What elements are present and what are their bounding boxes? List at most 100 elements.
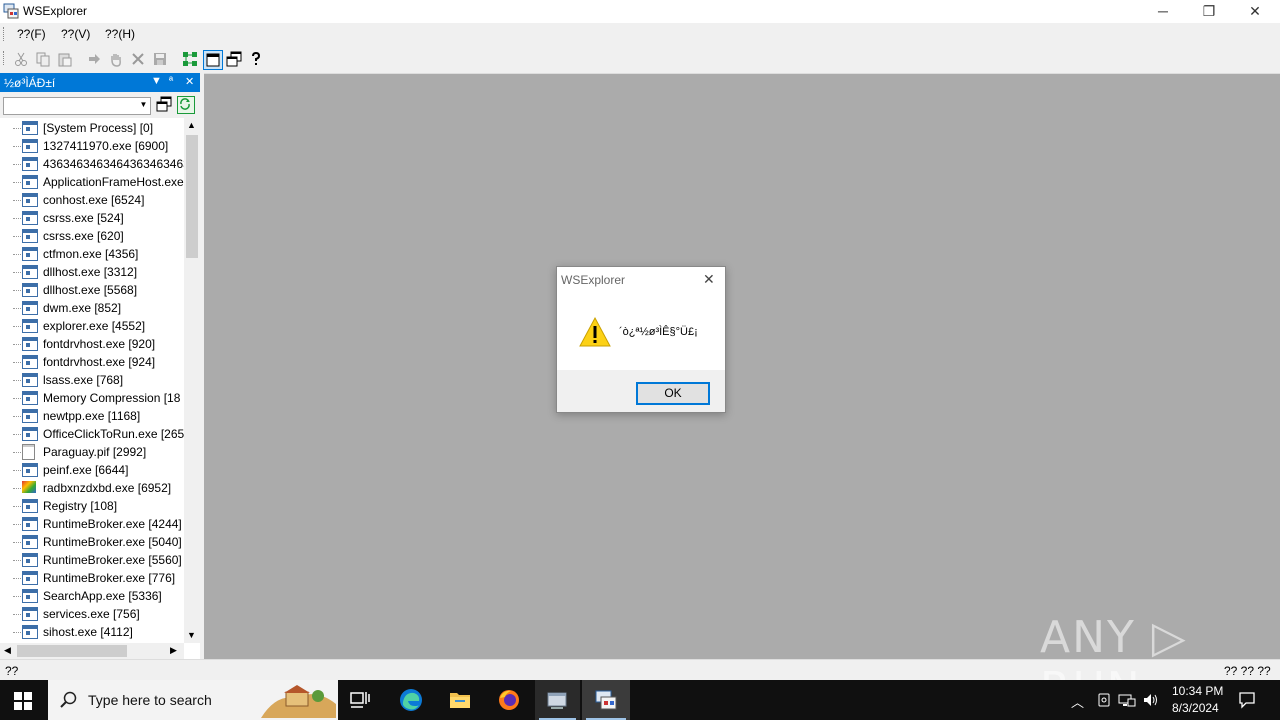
taskbar-search-box[interactable]: Type here to search	[48, 680, 338, 720]
process-row[interactable]: 4363463463464363463463463463463	[0, 155, 184, 173]
process-row[interactable]: newtpp.exe [1168]	[0, 407, 184, 425]
process-row[interactable]: RuntimeBroker.exe [776]	[0, 569, 184, 587]
vertical-scroll-thumb[interactable]	[186, 135, 198, 258]
process-row[interactable]: radbxnzdxbd.exe [6952]	[0, 479, 184, 497]
process-filter-input[interactable]	[3, 97, 151, 115]
process-row[interactable]: OfficeClickToRun.exe [265	[0, 425, 184, 443]
menu-help[interactable]: ??(H)	[105, 27, 135, 41]
scroll-left-icon[interactable]: ◀	[4, 645, 11, 656]
scroll-right-icon[interactable]: ▶	[170, 645, 177, 656]
properties-icon[interactable]	[225, 50, 243, 68]
tree-branch	[13, 218, 21, 219]
notifications-icon[interactable]	[1238, 691, 1256, 709]
scroll-up-icon[interactable]: ▲	[187, 120, 196, 130]
help-icon[interactable]	[247, 50, 265, 68]
window-icon	[22, 211, 38, 225]
minimize-button[interactable]: ─	[1140, 0, 1186, 23]
process-row[interactable]: dllhost.exe [5568]	[0, 281, 184, 299]
horizontal-scroll-thumb[interactable]	[17, 645, 127, 657]
clock-time[interactable]: 10:34 PM	[1172, 684, 1223, 698]
cut-icon[interactable]	[12, 50, 30, 68]
warning-icon	[579, 316, 611, 347]
copy-icon[interactable]	[34, 50, 52, 68]
hand-icon[interactable]	[107, 50, 125, 68]
taskbar-app-1[interactable]	[535, 680, 580, 720]
volume-icon[interactable]	[1142, 692, 1160, 708]
process-row[interactable]: [System Process] [0]	[0, 119, 184, 137]
process-row[interactable]: explorer.exe [4552]	[0, 317, 184, 335]
process-row[interactable]: Paraguay.pif [2992]	[0, 443, 184, 461]
process-label: conhost.exe [6524]	[43, 193, 145, 207]
process-row[interactable]: sihost.exe [4112]	[0, 623, 184, 641]
dialog-close-button[interactable]: ✕	[703, 271, 715, 288]
window-title: WSExplorer	[23, 4, 88, 18]
windows-start-icon[interactable]	[14, 692, 32, 710]
panel-pin-icon[interactable]: ª	[169, 75, 173, 87]
process-label: dllhost.exe [3312]	[43, 265, 138, 279]
app-color-icon	[22, 481, 36, 493]
network-status-icon[interactable]	[1118, 692, 1136, 708]
process-label: peinf.exe [6644]	[43, 463, 129, 477]
process-row[interactable]: fontdrvhost.exe [924]	[0, 353, 184, 371]
menu-view[interactable]: ??(V)	[61, 27, 90, 41]
scroll-down-icon[interactable]: ▼	[187, 630, 196, 640]
edge-browser-icon[interactable]	[399, 688, 423, 712]
refresh-icon[interactable]	[177, 96, 195, 114]
file-explorer-icon[interactable]	[448, 688, 472, 712]
process-tree[interactable]: [System Process] [0] 1327411970.exe [6900…	[0, 118, 184, 643]
network-icon[interactable]	[181, 50, 199, 68]
process-row[interactable]: ctfmon.exe [4356]	[0, 245, 184, 263]
process-row[interactable]: lsass.exe [768]	[0, 371, 184, 389]
process-row[interactable]: conhost.exe [6524]	[0, 191, 184, 209]
panel-close-icon[interactable]: ✕	[185, 75, 194, 88]
process-row[interactable]: csrss.exe [620]	[0, 227, 184, 245]
process-row[interactable]: RuntimeBroker.exe [4244]	[0, 515, 184, 533]
process-row[interactable]: 1327411970.exe [6900]	[0, 137, 184, 155]
properties-small-icon[interactable]	[156, 96, 172, 112]
tree-branch	[13, 128, 21, 129]
window-icon	[22, 121, 38, 135]
device-icon[interactable]	[1096, 692, 1112, 708]
process-row[interactable]: dllhost.exe [3312]	[0, 263, 184, 281]
taskbar-app-wsexplorer[interactable]	[582, 680, 630, 720]
document-icon	[22, 444, 35, 460]
clock-date[interactable]: 8/3/2024	[1172, 701, 1219, 715]
process-row[interactable]: dwm.exe [852]	[0, 299, 184, 317]
delete-icon[interactable]	[129, 50, 147, 68]
process-row[interactable]: csrss.exe [524]	[0, 209, 184, 227]
task-view-icon[interactable]	[348, 688, 372, 712]
menu-file[interactable]: ??(F)	[17, 27, 46, 41]
chevron-up-icon[interactable]: ︿	[1071, 692, 1084, 711]
process-row[interactable]: peinf.exe [6644]	[0, 461, 184, 479]
panel-splitter[interactable]	[200, 73, 204, 659]
process-row[interactable]: RuntimeBroker.exe [5560]	[0, 551, 184, 569]
process-row[interactable]: fontdrvhost.exe [920]	[0, 335, 184, 353]
ok-button[interactable]: OK	[636, 382, 710, 405]
tree-branch	[13, 272, 21, 273]
process-label: csrss.exe [620]	[43, 229, 124, 243]
process-row[interactable]: SearchApp.exe [5336]	[0, 587, 184, 605]
close-window-button[interactable]: ✕	[1232, 0, 1278, 23]
process-row[interactable]: Registry [108]	[0, 497, 184, 515]
process-row[interactable]: Memory Compression [18	[0, 389, 184, 407]
paste-icon[interactable]	[56, 50, 74, 68]
process-row[interactable]: RuntimeBroker.exe [5040]	[0, 533, 184, 551]
firefox-icon[interactable]	[497, 688, 521, 712]
window-icon	[22, 247, 38, 261]
maximize-button[interactable]: ❐	[1186, 0, 1232, 23]
process-row[interactable]: services.exe [756]	[0, 605, 184, 623]
vertical-scrollbar[interactable]: ▲ ▼	[184, 118, 200, 643]
chevron-down-icon[interactable]: ▼	[138, 97, 149, 113]
save-icon[interactable]	[151, 50, 169, 68]
window-view-icon[interactable]	[203, 50, 223, 70]
panel-dropdown-icon[interactable]: ▼	[151, 75, 162, 87]
panel-title: ½ø³ÌÁÐ±í	[4, 76, 56, 90]
window-icon	[22, 355, 38, 369]
window-icon	[22, 283, 38, 297]
process-label: RuntimeBroker.exe [776]	[43, 571, 176, 585]
process-row[interactable]: ApplicationFrameHost.exe	[0, 173, 184, 191]
tree-branch	[13, 164, 21, 165]
horizontal-scrollbar[interactable]: ◀ ▶	[0, 643, 184, 659]
tree-branch	[13, 632, 21, 633]
forward-icon[interactable]	[85, 50, 103, 68]
